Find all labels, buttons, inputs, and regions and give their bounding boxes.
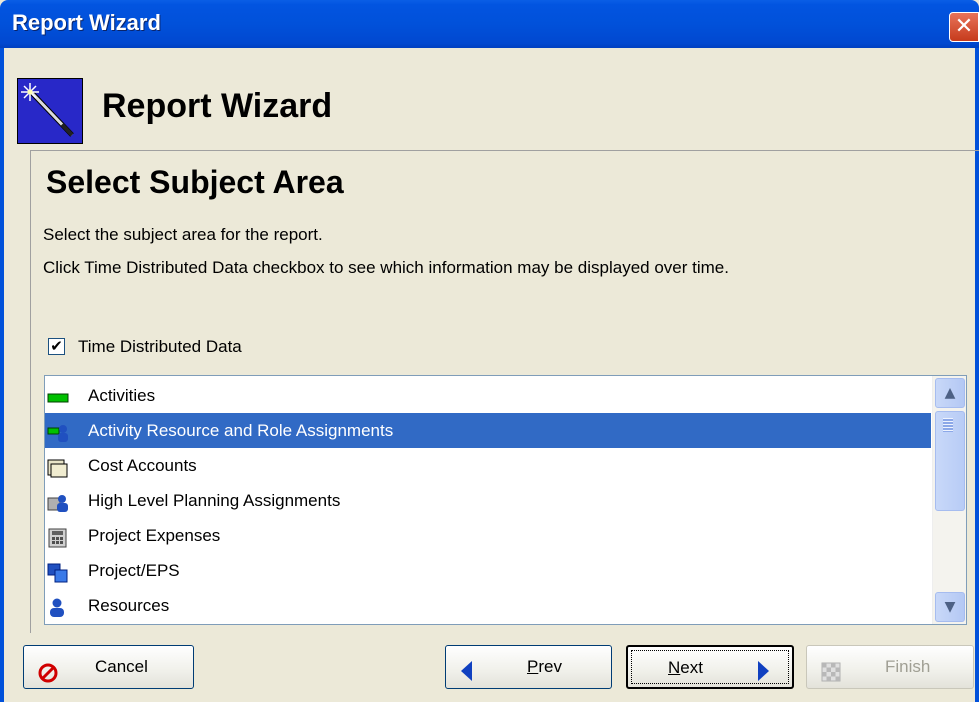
list-scrollbar[interactable]: ▲ ▼ [932, 376, 966, 624]
list-item-label: Project/EPS [88, 561, 180, 580]
window-frame-left [0, 48, 4, 702]
list-item-label: Resources [88, 596, 170, 615]
title-bar: Report Wizard ✕ [0, 0, 979, 48]
wizard-header-title: Report Wizard [102, 87, 333, 125]
assignment-icon [47, 420, 69, 442]
scroll-up-button[interactable]: ▲ [935, 378, 965, 408]
list-item-label: High Level Planning Assignments [88, 491, 341, 510]
time-distributed-checkbox[interactable]: ✔ [48, 338, 65, 355]
cancel-button[interactable]: Cancel [23, 645, 194, 689]
checkered-flag-icon [821, 656, 841, 698]
list-item-activities[interactable]: Activities [45, 378, 931, 413]
finish-button[interactable]: Finish [806, 645, 974, 689]
subject-area-list[interactable]: Activities Activity Resource and Role As… [44, 375, 967, 625]
finish-label: Finish [885, 657, 931, 676]
magic-wand-icon [17, 78, 83, 144]
cancel-label: Cancel [95, 657, 148, 676]
left-arrow-icon [460, 656, 474, 698]
scroll-down-button[interactable]: ▼ [935, 592, 965, 622]
list-item-high-level-planning[interactable]: High Level Planning Assignments [45, 483, 931, 518]
next-label: Next [668, 658, 703, 677]
list-item-project-expenses[interactable]: Project Expenses [45, 518, 931, 553]
window-title: Report Wizard [12, 10, 161, 35]
time-distributed-label[interactable]: Time Distributed Data [78, 337, 242, 357]
cancel-icon [38, 657, 58, 699]
scroll-grip-icon [943, 418, 953, 432]
folder-icon [47, 455, 69, 478]
next-button[interactable]: Next [626, 645, 794, 689]
list-item-label: Activity Resource and Role Assignments [88, 421, 394, 440]
list-item-resources[interactable]: Resources [45, 588, 931, 623]
right-arrow-icon [757, 656, 771, 698]
prev-label: Prev [527, 657, 562, 676]
description-line-2: Click Time Distributed Data checkbox to … [43, 258, 729, 277]
planning-icon [47, 490, 69, 512]
prev-button[interactable]: Prev [445, 645, 612, 689]
description-line-1: Select the subject area for the report. [43, 225, 323, 244]
list-item-cost-accounts[interactable]: Cost Accounts [45, 448, 931, 483]
activity-bar-icon [47, 385, 69, 405]
list-item-label: Project Expenses [88, 526, 221, 545]
calculator-icon [47, 525, 69, 548]
list-item-label: Cost Accounts [88, 456, 197, 475]
page-title: Select Subject Area [46, 164, 344, 200]
person-icon [47, 595, 69, 617]
list-item-project-eps[interactable]: Project/EPS [45, 553, 931, 588]
project-eps-icon [47, 560, 69, 583]
list-item-activity-resource-role[interactable]: Activity Resource and Role Assignments [45, 413, 931, 448]
close-button[interactable]: ✕ [949, 12, 979, 42]
list-item-label: Activities [88, 386, 156, 405]
